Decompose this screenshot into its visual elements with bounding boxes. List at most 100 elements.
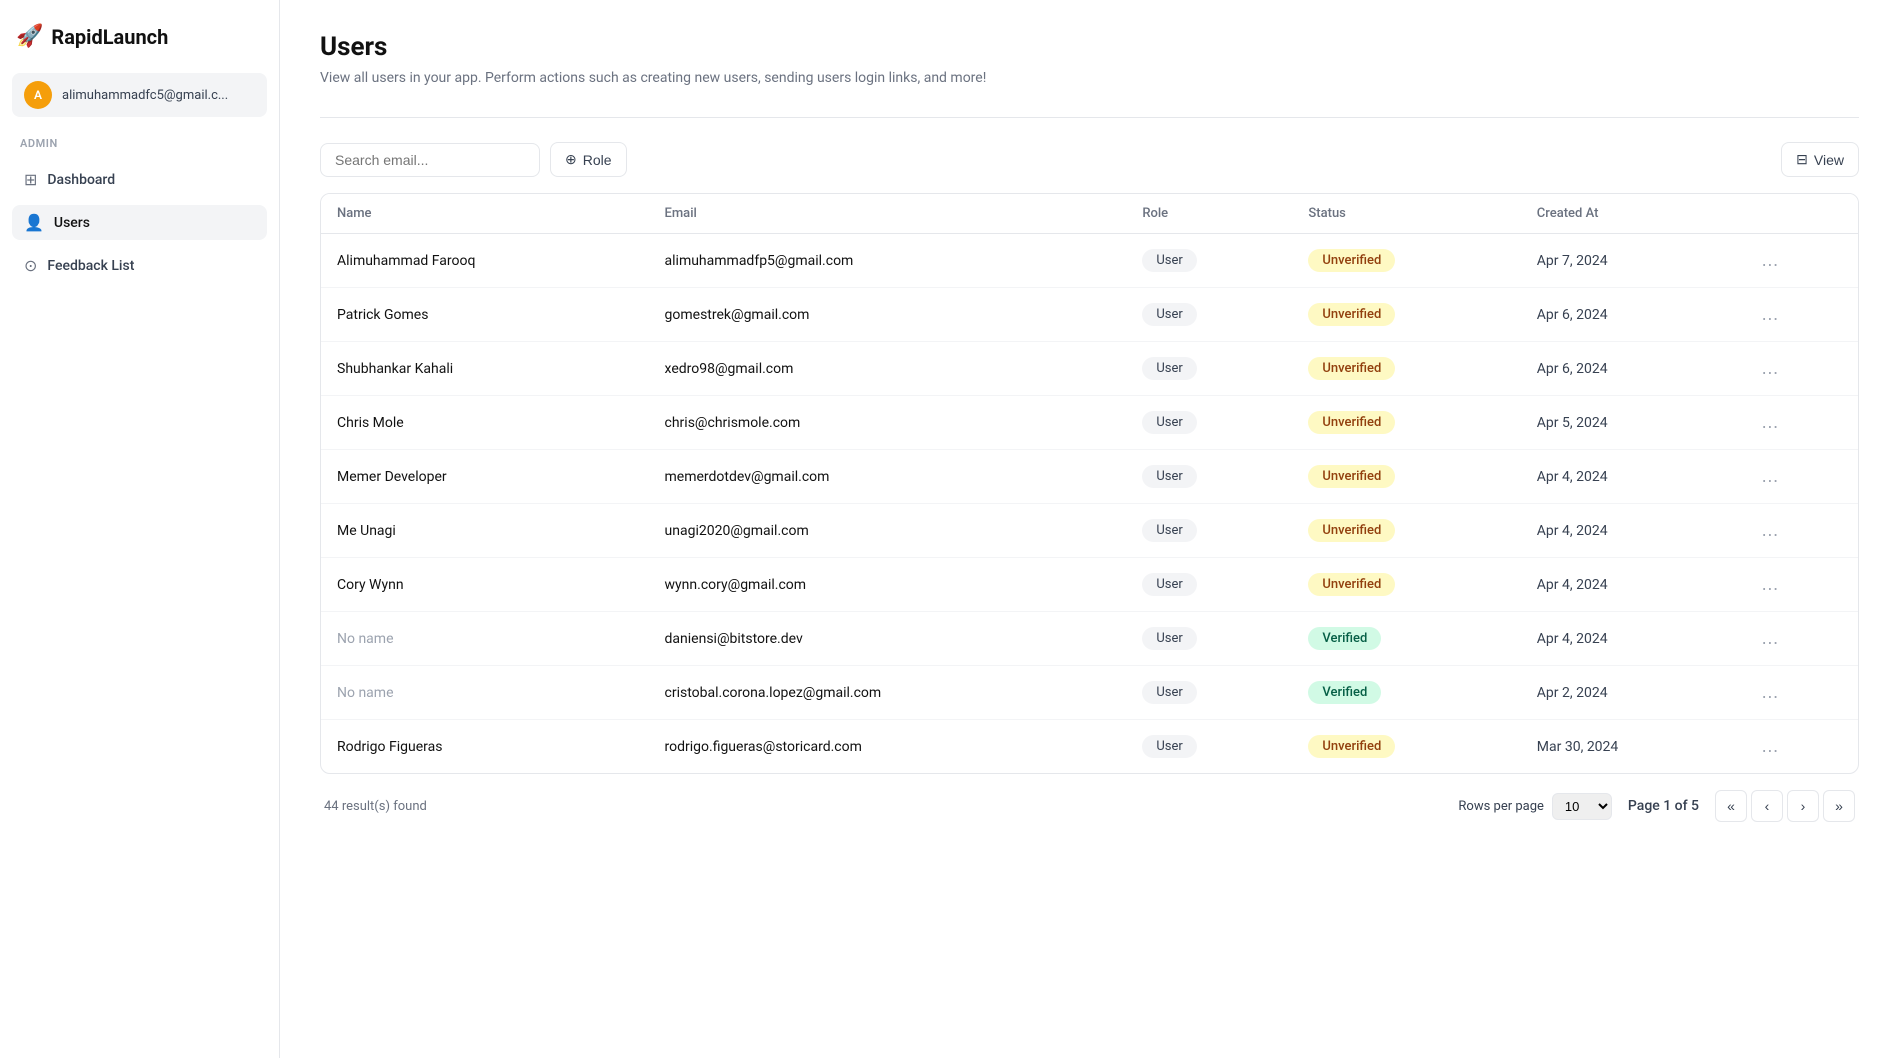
cell-status: Unverified bbox=[1292, 342, 1520, 396]
more-options-button[interactable]: … bbox=[1755, 518, 1785, 543]
rows-per-page: Rows per page 102050100 bbox=[1458, 793, 1612, 820]
cell-created-at: Apr 4, 2024 bbox=[1521, 450, 1739, 504]
cell-email: unagi2020@gmail.com bbox=[649, 504, 1127, 558]
more-options-button[interactable]: … bbox=[1755, 626, 1785, 651]
more-options-button[interactable]: … bbox=[1755, 410, 1785, 435]
sidebar-item-label: Feedback List bbox=[47, 258, 134, 274]
more-options-button[interactable]: … bbox=[1755, 302, 1785, 327]
more-options-button[interactable]: … bbox=[1755, 734, 1785, 759]
users-table: Name Email Role Status Created At Alimuh… bbox=[320, 193, 1859, 774]
role-filter-button[interactable]: ⊕ Role bbox=[550, 142, 627, 177]
more-options-button[interactable]: … bbox=[1755, 572, 1785, 597]
results-count: 44 result(s) found bbox=[324, 799, 427, 814]
cell-role: User bbox=[1126, 396, 1292, 450]
view-button[interactable]: ⊟ View bbox=[1781, 142, 1859, 177]
cell-actions: … bbox=[1739, 504, 1858, 558]
cell-created-at: Apr 6, 2024 bbox=[1521, 342, 1739, 396]
table-row: Patrick Gomes gomestrek@gmail.com User U… bbox=[321, 288, 1858, 342]
cell-name: Alimuhammad Farooq bbox=[321, 234, 649, 288]
dashboard-icon: ⊞ bbox=[24, 170, 37, 189]
cell-actions: … bbox=[1739, 558, 1858, 612]
cell-role: User bbox=[1126, 342, 1292, 396]
page-description: View all users in your app. Perform acti… bbox=[320, 68, 1859, 89]
cell-actions: … bbox=[1739, 288, 1858, 342]
col-email: Email bbox=[649, 194, 1127, 234]
cell-role: User bbox=[1126, 720, 1292, 774]
next-page-button[interactable]: › bbox=[1787, 790, 1819, 822]
cell-role: User bbox=[1126, 450, 1292, 504]
cell-actions: … bbox=[1739, 666, 1858, 720]
rows-per-page-select[interactable]: 102050100 bbox=[1552, 793, 1612, 820]
prev-page-button[interactable]: ‹ bbox=[1751, 790, 1783, 822]
logo-icon: 🚀 bbox=[16, 24, 43, 49]
sidebar: 🚀 RapidLaunch A alimuhammadfc5@gmail.c..… bbox=[0, 0, 280, 1058]
cell-email: rodrigo.figueras@storicard.com bbox=[649, 720, 1127, 774]
cell-created-at: Mar 30, 2024 bbox=[1521, 720, 1739, 774]
cell-status: Unverified bbox=[1292, 396, 1520, 450]
page-navigation: « ‹ › » bbox=[1715, 790, 1855, 822]
col-name: Name bbox=[321, 194, 649, 234]
cell-role: User bbox=[1126, 666, 1292, 720]
more-options-button[interactable]: … bbox=[1755, 248, 1785, 273]
search-input[interactable] bbox=[320, 143, 540, 177]
view-icon: ⊟ bbox=[1796, 151, 1808, 168]
logo: 🚀 RapidLaunch bbox=[12, 16, 267, 65]
cell-created-at: Apr 2, 2024 bbox=[1521, 666, 1739, 720]
more-options-button[interactable]: … bbox=[1755, 356, 1785, 381]
user-pill[interactable]: A alimuhammadfc5@gmail.c... bbox=[12, 73, 267, 117]
sidebar-item-label: Users bbox=[54, 215, 90, 231]
sidebar-item-users[interactable]: 👤 Users bbox=[12, 205, 267, 240]
cell-email: chris@chrismole.com bbox=[649, 396, 1127, 450]
cell-role: User bbox=[1126, 288, 1292, 342]
pagination-right: Rows per page 102050100 Page 1 of 5 « ‹ … bbox=[1458, 790, 1855, 822]
cell-status: Unverified bbox=[1292, 558, 1520, 612]
main-content-area: Users View all users in your app. Perfor… bbox=[280, 0, 1899, 1058]
cell-status: Unverified bbox=[1292, 234, 1520, 288]
page-info: Page 1 of 5 bbox=[1628, 798, 1699, 814]
cell-actions: … bbox=[1739, 450, 1858, 504]
cell-actions: … bbox=[1739, 612, 1858, 666]
admin-section-label: ADMIN bbox=[12, 133, 267, 154]
cell-name: Chris Mole bbox=[321, 396, 649, 450]
sidebar-item-dashboard[interactable]: ⊞ Dashboard bbox=[12, 162, 267, 197]
cell-name: Memer Developer bbox=[321, 450, 649, 504]
divider bbox=[320, 117, 1859, 118]
users-icon: 👤 bbox=[24, 213, 44, 232]
table-row: Me Unagi unagi2020@gmail.com User Unveri… bbox=[321, 504, 1858, 558]
col-role: Role bbox=[1126, 194, 1292, 234]
cell-email: alimuhammadfp5@gmail.com bbox=[649, 234, 1127, 288]
view-button-label: View bbox=[1814, 152, 1844, 168]
more-options-button[interactable]: … bbox=[1755, 680, 1785, 705]
cell-email: wynn.cory@gmail.com bbox=[649, 558, 1127, 612]
table-row: Shubhankar Kahali xedro98@gmail.com User… bbox=[321, 342, 1858, 396]
sidebar-item-label: Dashboard bbox=[47, 172, 115, 188]
sidebar-item-feedback[interactable]: ⊙ Feedback List bbox=[12, 248, 267, 283]
pagination-bar: 44 result(s) found Rows per page 1020501… bbox=[320, 774, 1859, 826]
cell-role: User bbox=[1126, 234, 1292, 288]
cell-email: daniensi@bitstore.dev bbox=[649, 612, 1127, 666]
role-button-label: Role bbox=[583, 152, 612, 168]
col-status: Status bbox=[1292, 194, 1520, 234]
cell-status: Unverified bbox=[1292, 720, 1520, 774]
cell-role: User bbox=[1126, 612, 1292, 666]
logo-text: RapidLaunch bbox=[51, 25, 168, 49]
rows-per-page-label: Rows per page bbox=[1458, 799, 1544, 814]
cell-created-at: Apr 6, 2024 bbox=[1521, 288, 1739, 342]
cell-name: Me Unagi bbox=[321, 504, 649, 558]
plus-circle-icon: ⊕ bbox=[565, 151, 577, 168]
toolbar: ⊕ Role ⊟ View bbox=[320, 142, 1859, 177]
avatar: A bbox=[24, 81, 52, 109]
cell-created-at: Apr 4, 2024 bbox=[1521, 558, 1739, 612]
table-row: No name cristobal.corona.lopez@gmail.com… bbox=[321, 666, 1858, 720]
cell-email: memerdotdev@gmail.com bbox=[649, 450, 1127, 504]
user-email: alimuhammadfc5@gmail.c... bbox=[62, 88, 228, 103]
cell-status: Unverified bbox=[1292, 450, 1520, 504]
first-page-button[interactable]: « bbox=[1715, 790, 1747, 822]
cell-email: xedro98@gmail.com bbox=[649, 342, 1127, 396]
cell-name: Rodrigo Figueras bbox=[321, 720, 649, 774]
more-options-button[interactable]: … bbox=[1755, 464, 1785, 489]
page-title: Users bbox=[320, 32, 1859, 62]
cell-actions: … bbox=[1739, 396, 1858, 450]
table-row: Chris Mole chris@chrismole.com User Unve… bbox=[321, 396, 1858, 450]
last-page-button[interactable]: » bbox=[1823, 790, 1855, 822]
